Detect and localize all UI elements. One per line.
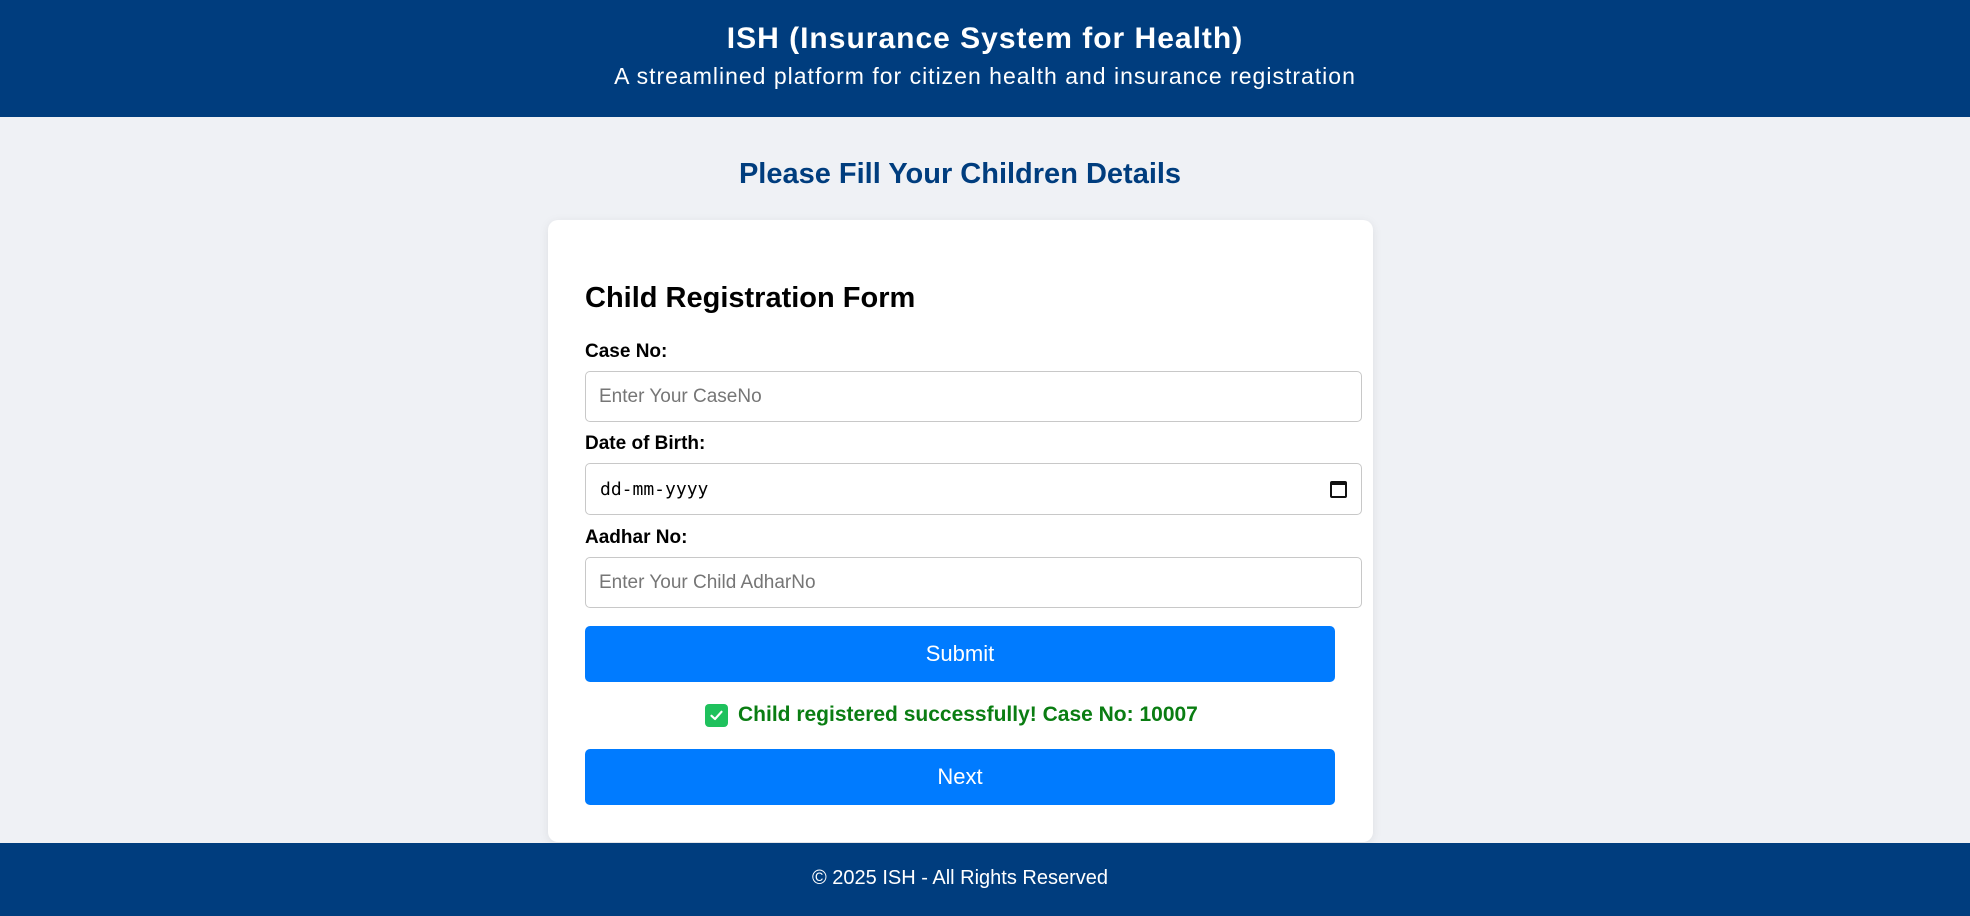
date-of-birth-input[interactable]: dd-mm-yyyy bbox=[585, 463, 1362, 515]
page: ISH (Insurance System for Health) A stre… bbox=[0, 0, 1970, 916]
case-no-label: Case No: bbox=[585, 341, 668, 362]
aadhar-no-label: Aadhar No: bbox=[585, 527, 688, 548]
calendar-icon[interactable] bbox=[1330, 481, 1347, 498]
success-message: Child registered successfully! Case No: … bbox=[705, 702, 1198, 728]
app-title: ISH (Insurance System for Health) bbox=[726, 22, 1244, 55]
next-button[interactable]: Next bbox=[585, 749, 1335, 805]
case-no-input[interactable] bbox=[585, 371, 1362, 422]
page-heading: Please Fill Your Children Details bbox=[738, 158, 1182, 190]
success-text: Child registered successfully! Case No: … bbox=[738, 703, 1198, 726]
registration-form-card: Child Registration Form Case No: Date of… bbox=[548, 220, 1373, 842]
check-icon bbox=[705, 703, 728, 727]
footer: © 2025 ISH - All Rights Reserved bbox=[0, 843, 1970, 916]
date-of-birth-label: Date of Birth: bbox=[585, 433, 706, 454]
top-header: ISH (Insurance System for Health) A stre… bbox=[0, 0, 1970, 117]
aadhar-no-input[interactable] bbox=[585, 557, 1362, 608]
form-title: Child Registration Form bbox=[585, 282, 916, 314]
date-placeholder: dd-mm-yyyy bbox=[600, 479, 709, 500]
footer-text: © 2025 ISH - All Rights Reserved bbox=[812, 867, 1108, 889]
submit-button[interactable]: Submit bbox=[585, 626, 1335, 682]
app-tagline: A streamlined platform for citizen healt… bbox=[614, 63, 1356, 89]
